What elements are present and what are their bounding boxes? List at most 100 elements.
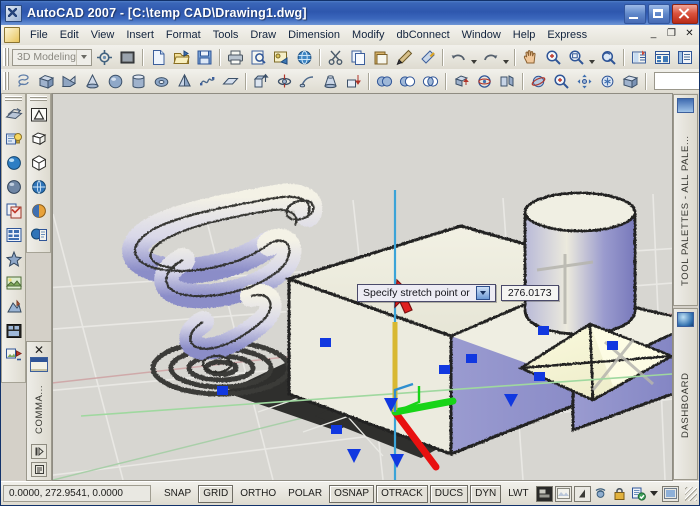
render-environment-icon[interactable] bbox=[2, 271, 25, 294]
toolbar-grip[interactable] bbox=[3, 72, 10, 90]
sphere-icon[interactable] bbox=[104, 70, 127, 93]
status-toggle-snap[interactable]: SNAP bbox=[159, 485, 196, 503]
block-editor-icon[interactable] bbox=[416, 46, 439, 69]
zoom-icon[interactable] bbox=[550, 70, 573, 93]
menu-item-file[interactable]: File bbox=[24, 27, 54, 43]
dynamic-input-value[interactable]: 276.0173 bbox=[501, 285, 559, 301]
menu-item-insert[interactable]: Insert bbox=[120, 27, 160, 43]
toolbar-grip[interactable] bbox=[30, 96, 47, 102]
resize-grip-icon[interactable] bbox=[685, 487, 697, 501]
zoom-previous-icon[interactable] bbox=[597, 46, 620, 69]
panel-menu-icon[interactable] bbox=[31, 462, 47, 477]
autohide-icon[interactable] bbox=[31, 444, 47, 459]
toolbar-grip[interactable] bbox=[3, 48, 10, 66]
menu-item-window[interactable]: Window bbox=[456, 27, 507, 43]
walk-icon[interactable] bbox=[596, 70, 619, 93]
subtract-icon[interactable] bbox=[396, 70, 419, 93]
helix-icon[interactable] bbox=[12, 70, 35, 93]
model-space-icon[interactable] bbox=[536, 486, 553, 502]
status-toggle-dyn[interactable]: DYN bbox=[470, 485, 501, 503]
status-toggle-lwt[interactable]: LWT bbox=[503, 485, 533, 503]
top-view-icon[interactable] bbox=[27, 127, 50, 150]
publish-web-icon[interactable] bbox=[293, 46, 316, 69]
render-presets-icon[interactable] bbox=[2, 223, 25, 246]
torus-icon[interactable] bbox=[150, 70, 173, 93]
revolve-icon[interactable] bbox=[273, 70, 296, 93]
pan-icon[interactable] bbox=[573, 70, 596, 93]
workspace-my-icon[interactable] bbox=[116, 46, 139, 69]
menu-item-edit[interactable]: Edit bbox=[54, 27, 85, 43]
cut-icon[interactable] bbox=[324, 46, 347, 69]
copy-icon[interactable] bbox=[347, 46, 370, 69]
status-toggle-ducs[interactable]: DUCS bbox=[430, 485, 468, 503]
minimize-button[interactable] bbox=[624, 4, 646, 24]
extrude-icon[interactable] bbox=[250, 70, 273, 93]
status-toggle-osnap[interactable]: OSNAP bbox=[329, 485, 374, 503]
menu-item-modify[interactable]: Modify bbox=[346, 27, 390, 43]
menu-item-help[interactable]: Help bbox=[507, 27, 542, 43]
autocad-icon[interactable] bbox=[5, 5, 22, 22]
manage-xrefs-icon[interactable] bbox=[631, 486, 646, 501]
open-icon[interactable] bbox=[170, 46, 193, 69]
save-icon[interactable] bbox=[193, 46, 216, 69]
command-window-icon[interactable] bbox=[30, 357, 48, 372]
designcenter-icon[interactable] bbox=[651, 46, 674, 69]
material-attach-icon[interactable] bbox=[2, 175, 25, 198]
layout-icon[interactable] bbox=[555, 486, 572, 502]
publish-icon[interactable] bbox=[270, 46, 293, 69]
redo-icon[interactable] bbox=[479, 46, 502, 69]
visual-style-realistic-icon[interactable] bbox=[27, 175, 50, 198]
workspace-settings-icon[interactable] bbox=[93, 46, 116, 69]
menu-item-tools[interactable]: Tools bbox=[207, 27, 245, 43]
intersect-icon[interactable] bbox=[419, 70, 442, 93]
dashboard-panel[interactable]: DASHBOARD bbox=[673, 308, 698, 480]
pyramid-icon[interactable] bbox=[173, 70, 196, 93]
pan-realtime-icon[interactable] bbox=[519, 46, 542, 69]
menu-item-view[interactable]: View bbox=[85, 27, 121, 43]
zoom-dropdown-arrow[interactable] bbox=[588, 47, 597, 68]
loft-icon[interactable] bbox=[319, 70, 342, 93]
sweep-icon[interactable] bbox=[296, 70, 319, 93]
dashboard-icon[interactable] bbox=[677, 312, 694, 327]
cone-icon[interactable] bbox=[81, 70, 104, 93]
3d-orbit-icon[interactable] bbox=[527, 70, 550, 93]
spline-icon[interactable] bbox=[196, 70, 219, 93]
tool-palettes-panel[interactable]: TOOL PALETTES - ALL PALE... bbox=[673, 94, 698, 306]
toolbar-grip[interactable] bbox=[5, 96, 22, 102]
close-icon[interactable]: ✕ bbox=[27, 342, 51, 357]
status-toggle-ortho[interactable]: ORTHO bbox=[235, 485, 281, 503]
layer-combo[interactable] bbox=[654, 72, 700, 90]
box-icon[interactable] bbox=[35, 70, 58, 93]
visual-style-manager-icon[interactable] bbox=[27, 223, 50, 246]
visual-style-conceptual-icon[interactable] bbox=[27, 199, 50, 222]
menu-item-dbconnect[interactable]: dbConnect bbox=[390, 27, 455, 43]
press-pull-icon[interactable] bbox=[342, 70, 365, 93]
plot-preview-icon[interactable] bbox=[247, 46, 270, 69]
tool-palettes-icon[interactable] bbox=[674, 46, 697, 69]
maximize-button[interactable] bbox=[648, 4, 670, 24]
menu-item-dimension[interactable]: Dimension bbox=[282, 27, 346, 43]
coordinates-display[interactable]: 0.0000, 272.9541, 0.0000 bbox=[3, 485, 151, 502]
visual-styles-icon[interactable] bbox=[619, 70, 642, 93]
zoom-window-icon[interactable] bbox=[565, 46, 588, 69]
chevron-down-icon[interactable] bbox=[476, 286, 490, 300]
planar-surface-icon[interactable] bbox=[219, 70, 242, 93]
undo-icon[interactable] bbox=[447, 46, 470, 69]
properties-icon[interactable] bbox=[628, 46, 651, 69]
lights-icon[interactable] bbox=[2, 127, 25, 150]
plot-icon[interactable] bbox=[224, 46, 247, 69]
render-icon[interactable] bbox=[2, 103, 25, 126]
status-toggle-polar[interactable]: POLAR bbox=[283, 485, 327, 503]
paste-icon[interactable] bbox=[370, 46, 393, 69]
close-button[interactable] bbox=[672, 4, 698, 24]
zoom-realtime-icon[interactable] bbox=[542, 46, 565, 69]
isometric-view-icon[interactable] bbox=[27, 151, 50, 174]
cylinder-icon[interactable] bbox=[127, 70, 150, 93]
menu-item-format[interactable]: Format bbox=[160, 27, 207, 43]
quick-view-icon[interactable] bbox=[574, 486, 591, 502]
mapping-icon[interactable] bbox=[2, 199, 25, 222]
dynamic-input-prompt-box[interactable]: Specify stretch point or bbox=[357, 284, 496, 302]
status-toggle-grid[interactable]: GRID bbox=[198, 485, 233, 503]
match-properties-icon[interactable] bbox=[393, 46, 416, 69]
drawing-document-icon[interactable] bbox=[4, 27, 20, 43]
